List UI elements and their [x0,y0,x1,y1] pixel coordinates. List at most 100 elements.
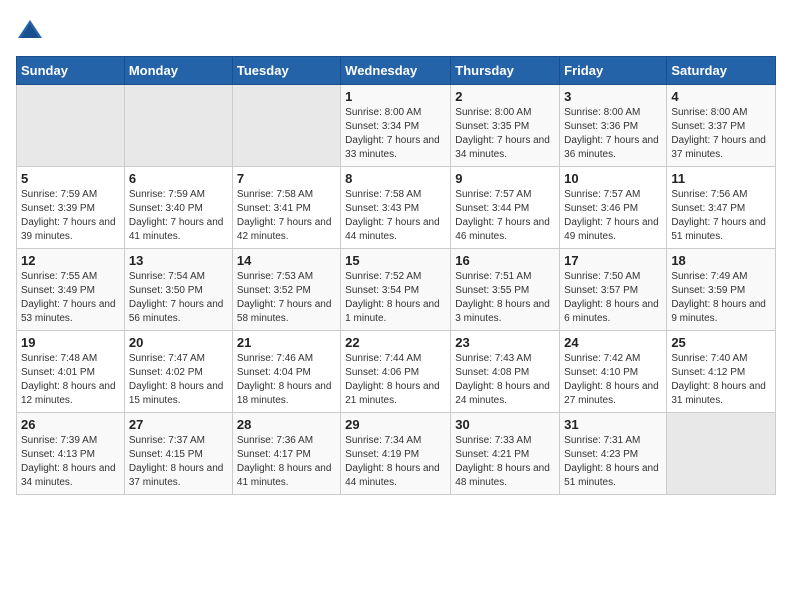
calendar-cell: 12 Sunrise: 7:55 AM Sunset: 3:49 PM Dayli… [17,249,125,331]
calendar-table: SundayMondayTuesdayWednesdayThursdayFrid… [16,56,776,495]
day-number: 13 [129,253,228,268]
calendar-cell: 8 Sunrise: 7:58 AM Sunset: 3:43 PM Daylig… [341,167,451,249]
calendar-cell: 19Sunrise: 7:48 AM Sunset: 4:01 PM Dayli… [17,331,125,413]
day-header-sunday: Sunday [17,57,125,85]
day-number: 1 [345,89,446,104]
calendar-cell: 17Sunrise: 7:50 AM Sunset: 3:57 PM Dayli… [560,249,667,331]
week-row-1: 1 Sunrise: 8:00 AM Sunset: 3:34 PM Daylig… [17,85,776,167]
calendar-cell: 6 Sunrise: 7:59 AM Sunset: 3:40 PM Daylig… [124,167,232,249]
calendar-cell [667,413,776,495]
day-number: 4 [671,89,771,104]
day-number: 17 [564,253,662,268]
calendar-cell: 11 Sunrise: 7:56 AM Sunset: 3:47 PM Dayli… [667,167,776,249]
day-number: 24 [564,335,662,350]
day-info: Sunrise: 7:46 AM Sunset: 4:04 PM Dayligh… [237,352,336,408]
calendar-cell: 29 Sunrise: 7:34 AM Sunset: 4:19 PM Dayli… [341,413,451,495]
day-number: 6 [129,171,228,186]
calendar-body: 1 Sunrise: 8:00 AM Sunset: 3:34 PM Daylig… [17,85,776,495]
logo-icon [16,16,44,44]
week-row-4: 19Sunrise: 7:48 AM Sunset: 4:01 PM Dayli… [17,331,776,413]
day-number: 22 [345,335,446,350]
day-info: Sunrise: 7:47 AM Sunset: 4:02 PM Dayligh… [129,352,228,408]
day-info: Sunrise: 7:56 AM Sunset: 3:47 PM Dayligh… [671,188,771,244]
day-info: Sunrise: 7:36 AM Sunset: 4:17 PM Dayligh… [237,434,336,490]
calendar-cell: 25 Sunrise: 7:40 AM Sunset: 4:12 PM Dayli… [667,331,776,413]
calendar-cell: 31Sunrise: 7:31 AM Sunset: 4:23 PM Dayli… [560,413,667,495]
calendar-cell [17,85,125,167]
calendar-cell: 26Sunrise: 7:39 AM Sunset: 4:13 PM Dayli… [17,413,125,495]
day-number: 28 [237,417,336,432]
day-number: 25 [671,335,771,350]
day-number: 27 [129,417,228,432]
day-info: Sunrise: 7:55 AM Sunset: 3:49 PM Dayligh… [21,270,120,326]
calendar-cell: 28 Sunrise: 7:36 AM Sunset: 4:17 PM Dayli… [232,413,340,495]
day-number: 2 [455,89,555,104]
day-number: 8 [345,171,446,186]
calendar-cell: 23 Sunrise: 7:43 AM Sunset: 4:08 PM Dayli… [451,331,560,413]
day-number: 30 [455,417,555,432]
day-info: Sunrise: 8:00 AM Sunset: 3:34 PM Dayligh… [345,106,446,162]
day-number: 21 [237,335,336,350]
day-header-tuesday: Tuesday [232,57,340,85]
day-info: Sunrise: 7:42 AM Sunset: 4:10 PM Dayligh… [564,352,662,408]
calendar-cell: 21 Sunrise: 7:46 AM Sunset: 4:04 PM Dayli… [232,331,340,413]
calendar-cell: 14 Sunrise: 7:53 AM Sunset: 3:52 PM Dayli… [232,249,340,331]
day-number: 18 [671,253,771,268]
day-info: Sunrise: 7:51 AM Sunset: 3:55 PM Dayligh… [455,270,555,326]
calendar-cell: 30 Sunrise: 7:33 AM Sunset: 4:21 PM Dayli… [451,413,560,495]
day-info: Sunrise: 7:39 AM Sunset: 4:13 PM Dayligh… [21,434,120,490]
day-info: Sunrise: 7:31 AM Sunset: 4:23 PM Dayligh… [564,434,662,490]
day-info: Sunrise: 7:37 AM Sunset: 4:15 PM Dayligh… [129,434,228,490]
calendar-cell: 4 Sunrise: 8:00 AM Sunset: 3:37 PM Daylig… [667,85,776,167]
day-info: Sunrise: 7:54 AM Sunset: 3:50 PM Dayligh… [129,270,228,326]
day-info: Sunrise: 7:58 AM Sunset: 3:43 PM Dayligh… [345,188,446,244]
day-info: Sunrise: 7:58 AM Sunset: 3:41 PM Dayligh… [237,188,336,244]
week-row-5: 26Sunrise: 7:39 AM Sunset: 4:13 PM Dayli… [17,413,776,495]
day-number: 12 [21,253,120,268]
day-info: Sunrise: 7:33 AM Sunset: 4:21 PM Dayligh… [455,434,555,490]
day-info: Sunrise: 7:57 AM Sunset: 3:44 PM Dayligh… [455,188,555,244]
day-header-thursday: Thursday [451,57,560,85]
calendar-cell [124,85,232,167]
day-info: Sunrise: 7:53 AM Sunset: 3:52 PM Dayligh… [237,270,336,326]
calendar-cell: 24 Sunrise: 7:42 AM Sunset: 4:10 PM Dayli… [560,331,667,413]
calendar-cell: 7 Sunrise: 7:58 AM Sunset: 3:41 PM Daylig… [232,167,340,249]
calendar-cell: 15Sunrise: 7:52 AM Sunset: 3:54 PM Dayli… [341,249,451,331]
day-info: Sunrise: 7:44 AM Sunset: 4:06 PM Dayligh… [345,352,446,408]
day-info: Sunrise: 7:40 AM Sunset: 4:12 PM Dayligh… [671,352,771,408]
day-number: 29 [345,417,446,432]
day-number: 9 [455,171,555,186]
day-header-friday: Friday [560,57,667,85]
calendar-cell: 27 Sunrise: 7:37 AM Sunset: 4:15 PM Dayli… [124,413,232,495]
day-number: 23 [455,335,555,350]
calendar-cell: 5Sunrise: 7:59 AM Sunset: 3:39 PM Daylig… [17,167,125,249]
day-info: Sunrise: 8:00 AM Sunset: 3:37 PM Dayligh… [671,106,771,162]
day-number: 7 [237,171,336,186]
day-header-saturday: Saturday [667,57,776,85]
day-number: 11 [671,171,771,186]
calendar-cell: 20Sunrise: 7:47 AM Sunset: 4:02 PM Dayli… [124,331,232,413]
week-row-3: 12 Sunrise: 7:55 AM Sunset: 3:49 PM Dayli… [17,249,776,331]
calendar-cell: 9 Sunrise: 7:57 AM Sunset: 3:44 PM Daylig… [451,167,560,249]
calendar-cell: 1 Sunrise: 8:00 AM Sunset: 3:34 PM Daylig… [341,85,451,167]
day-number: 3 [564,89,662,104]
day-info: Sunrise: 7:59 AM Sunset: 3:39 PM Dayligh… [21,188,120,244]
day-number: 19 [21,335,120,350]
calendar-cell: 22 Sunrise: 7:44 AM Sunset: 4:06 PM Dayli… [341,331,451,413]
day-info: Sunrise: 7:57 AM Sunset: 3:46 PM Dayligh… [564,188,662,244]
logo [16,16,48,44]
calendar-cell: 16Sunrise: 7:51 AM Sunset: 3:55 PM Dayli… [451,249,560,331]
calendar-cell [232,85,340,167]
day-header-wednesday: Wednesday [341,57,451,85]
day-info: Sunrise: 8:00 AM Sunset: 3:36 PM Dayligh… [564,106,662,162]
days-header-row: SundayMondayTuesdayWednesdayThursdayFrid… [17,57,776,85]
day-info: Sunrise: 7:34 AM Sunset: 4:19 PM Dayligh… [345,434,446,490]
day-number: 14 [237,253,336,268]
day-header-monday: Monday [124,57,232,85]
day-info: Sunrise: 8:00 AM Sunset: 3:35 PM Dayligh… [455,106,555,162]
header [16,16,776,44]
day-info: Sunrise: 7:59 AM Sunset: 3:40 PM Dayligh… [129,188,228,244]
day-number: 10 [564,171,662,186]
calendar-cell: 2 Sunrise: 8:00 AM Sunset: 3:35 PM Daylig… [451,85,560,167]
day-info: Sunrise: 7:43 AM Sunset: 4:08 PM Dayligh… [455,352,555,408]
